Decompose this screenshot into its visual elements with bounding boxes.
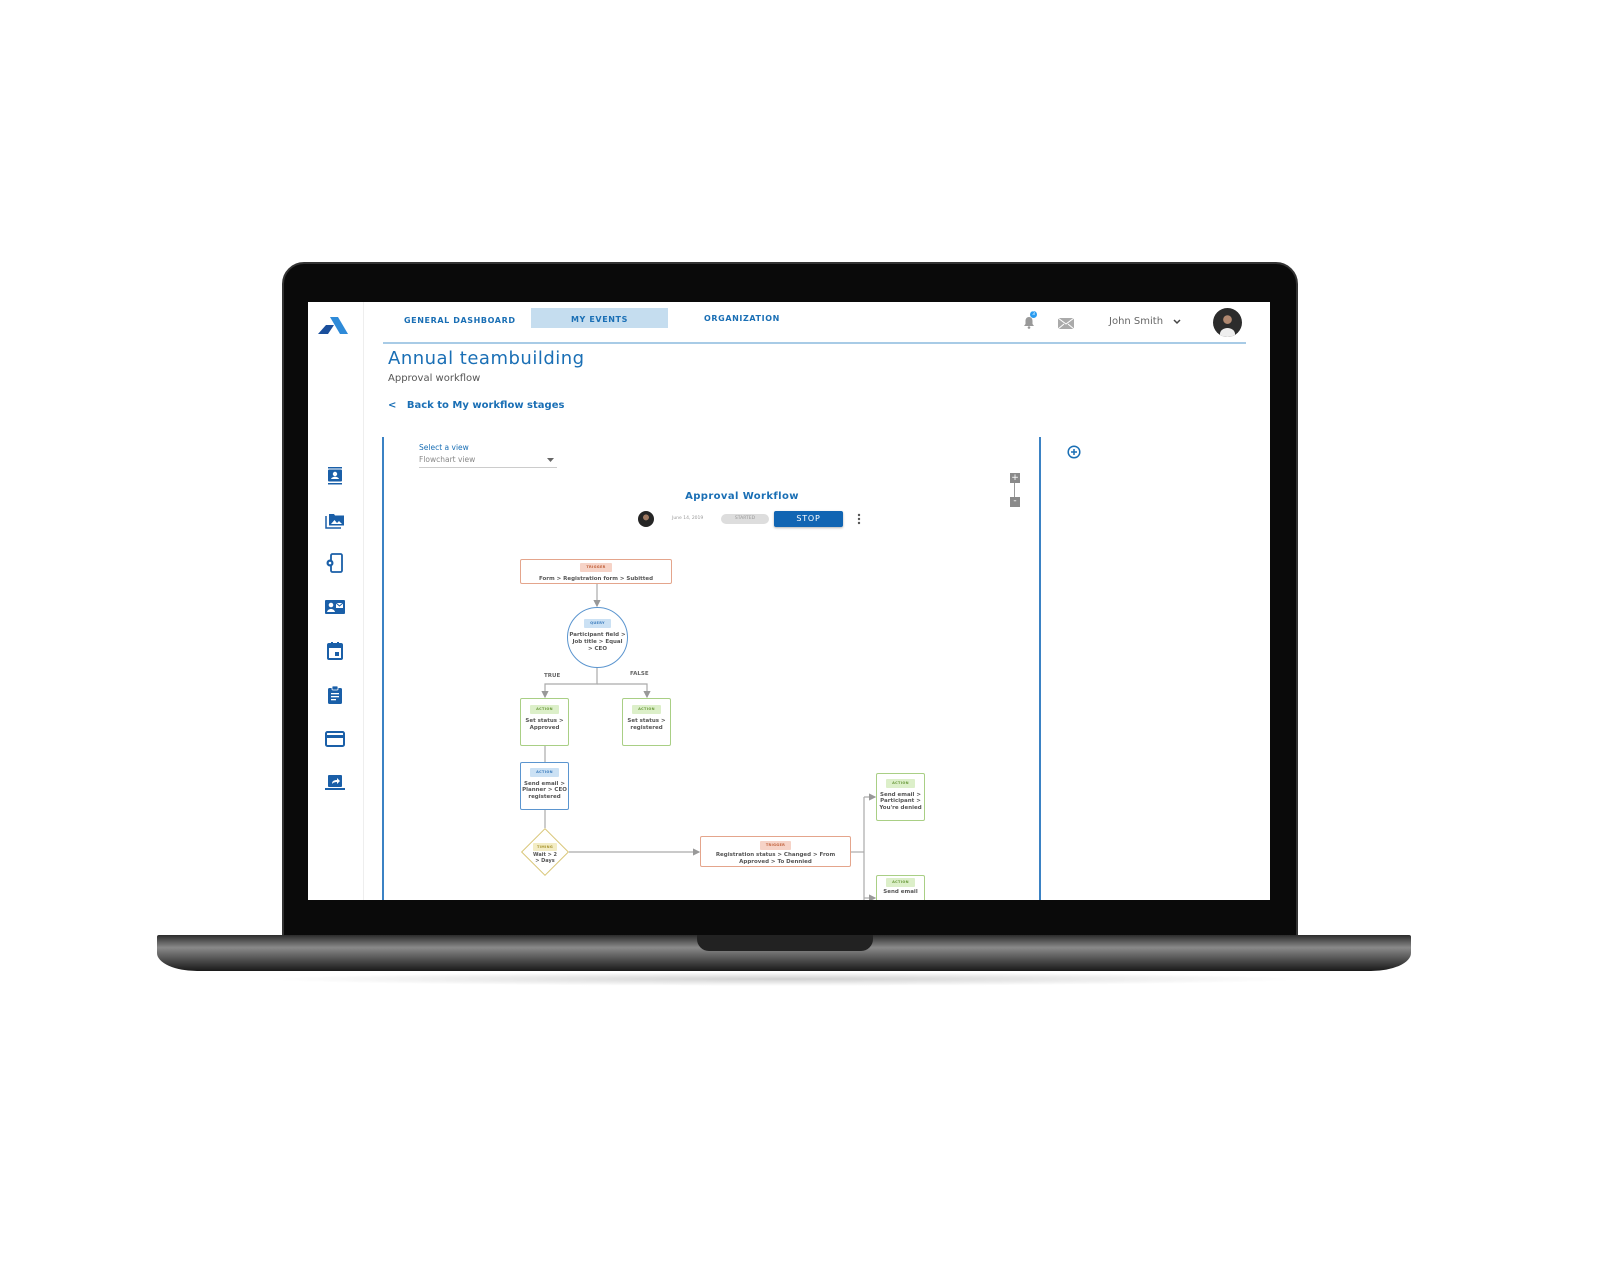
- flowchart-connectors: [541, 584, 877, 900]
- node-tag: QUERY: [584, 619, 611, 628]
- action-node-send-email-participant[interactable]: ACTION Send email > Participant > You're…: [876, 773, 925, 821]
- node-tag: ACTION: [886, 878, 915, 887]
- app-screen: GENERAL DASHBOARD MY EVENTS ORGANIZATION…: [308, 302, 1270, 900]
- node-tag: ACTION: [886, 779, 915, 788]
- node-text: Job title > Equal: [572, 639, 623, 645]
- action-node-approved[interactable]: ACTION Set status > Approved: [520, 698, 569, 746]
- node-text: registered: [630, 725, 663, 731]
- node-tag: ACTION: [530, 768, 559, 777]
- node-text: Send email: [883, 889, 918, 895]
- timing-node[interactable]: TIMING Wait > 2 > Days: [525, 843, 565, 864]
- trigger-node-form[interactable]: TRIGGER Form > Registration form > Subit…: [520, 559, 672, 584]
- false-branch-label: FALSE: [630, 671, 649, 677]
- node-text: Approved > To Dennied: [739, 859, 812, 865]
- node-text: Set status >: [525, 718, 564, 724]
- node-text: You're denied: [879, 804, 922, 811]
- node-text: Approved: [529, 725, 560, 731]
- node-tag: TRIGGER: [759, 841, 792, 850]
- action-node-send-email[interactable]: ACTION Send email: [876, 875, 925, 900]
- action-node-send-email-planner[interactable]: ACTION Send email > Planner > CEO regist…: [520, 762, 569, 810]
- node-tag: TIMING: [532, 843, 558, 851]
- query-node[interactable]: QUERY Participant field > Job title > Eq…: [567, 607, 628, 668]
- node-text: registered: [528, 793, 561, 800]
- node-text: Registration status > Changed > From: [715, 852, 836, 858]
- node-text: Participant >: [880, 798, 921, 804]
- laptop-notch: [697, 935, 873, 951]
- node-text: Participant field >: [569, 632, 626, 638]
- laptop-shadow: [260, 972, 1310, 986]
- true-branch-label: TRUE: [544, 673, 561, 679]
- node-text: > Days: [535, 858, 555, 864]
- node-text: Send email >: [880, 791, 921, 798]
- node-text: > CEO: [588, 646, 607, 652]
- node-tag: ACTION: [632, 705, 661, 714]
- node-text: Set status >: [627, 718, 666, 724]
- node-tag: TRIGGER: [580, 563, 612, 572]
- node-tag: ACTION: [530, 705, 559, 714]
- node-text: Planner > CEO: [522, 787, 567, 793]
- trigger-node-registration-status[interactable]: TRIGGER Registration status > Changed > …: [700, 836, 851, 867]
- node-text: Send email >: [524, 780, 565, 787]
- action-node-registered[interactable]: ACTION Set status > registered: [622, 698, 671, 746]
- node-text: Form > Registration form > Subitted: [538, 576, 654, 582]
